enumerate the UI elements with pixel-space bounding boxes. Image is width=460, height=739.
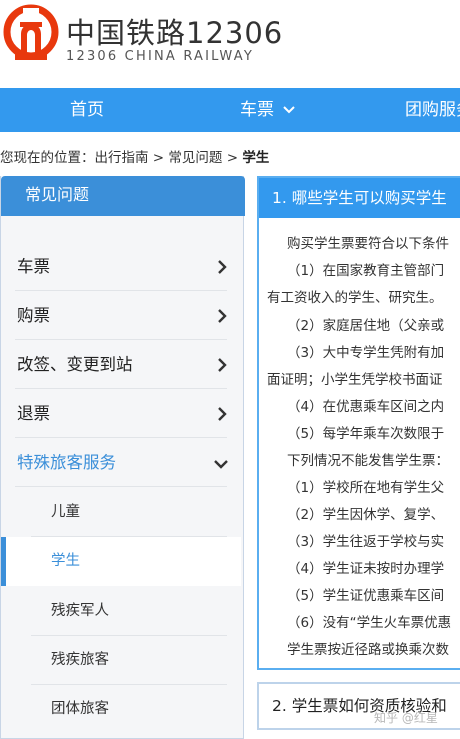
nav-item-tickets-label: 车票 [240,100,274,120]
sidebar: 常见问题 车票 购票 改签、变更到站 退票 特殊旅客服务 儿童 学生 残疾军人 … [0,176,245,739]
breadcrumb-link-guide[interactable]: 出行指南 [95,150,149,166]
answer-line: （2）学生因休学、复学、 [287,507,445,523]
sidebar-subitem-label: 残疾旅客 [51,652,109,668]
sidebar-subitem-label: 儿童 [51,504,80,520]
sidebar-item-tickets[interactable]: 车票 [1,242,241,291]
answer-line: 面证明；小学生凭学校书面证 [267,372,443,388]
nav-item-group-service[interactable]: 团购服务 [405,88,460,132]
breadcrumb-prefix: 您现在的位置： [0,150,95,166]
faq-question-header[interactable]: 1. 哪些学生可以购买学生 [259,178,460,218]
chevron-right-icon [218,260,227,274]
main-nav: 首页 车票 团购服务 [0,88,460,132]
answer-line: （5）每学年乘车次数限于 [287,426,445,442]
breadcrumb: 您现在的位置：出行指南 > 常见问题 > 学生 [0,146,269,166]
sidebar-item-purchase[interactable]: 购票 [1,291,241,340]
faq-question-title: 1. 哪些学生可以购买学生 [272,189,447,207]
sidebar-item-special-service[interactable]: 特殊旅客服务 [1,438,241,487]
sidebar-subitem-disabled-soldiers[interactable]: 残疾军人 [1,587,241,636]
answer-line: （5）学生证优惠乘车区间 [287,588,445,604]
sidebar-subitem-disabled-passengers[interactable]: 残疾旅客 [1,636,241,685]
chevron-right-icon [218,407,227,421]
answer-line: 购买学生票要符合以下条件 [287,236,449,252]
sidebar-subitem-label: 团体旅客 [51,701,109,717]
answer-line: 学生票按近径路或换乘次数 [287,642,449,658]
sidebar-header: 常见问题 [1,176,245,216]
answer-line: 下列情况不能发售学生票： [287,453,449,469]
answer-line: （4）学生证未按时办理学 [287,561,445,577]
sidebar-item-label: 车票 [17,257,50,276]
sidebar-item-label: 购票 [17,306,50,325]
nav-item-home[interactable]: 首页 [70,88,104,132]
sidebar-subitem-group-passengers[interactable]: 团体旅客 [1,685,241,734]
breadcrumb-separator: > [148,150,169,166]
chevron-right-icon [218,309,227,323]
brand-subtitle: 12306 CHINA RAILWAY [66,49,254,64]
sidebar-subitem-children[interactable]: 儿童 [1,488,241,537]
china-railway-logo-icon[interactable] [3,4,59,66]
answer-line: （1）在国家教育主管部门 [287,263,445,279]
sidebar-item-change[interactable]: 改签、变更到站 [1,340,241,389]
breadcrumb-link-faq[interactable]: 常见问题 [168,150,222,166]
site-header: 中国铁路12306 12306 CHINA RAILWAY [0,0,460,88]
active-indicator [1,537,6,586]
sidebar-item-label: 改签、变更到站 [17,355,133,374]
sidebar-item-label: 特殊旅客服务 [17,453,116,472]
sidebar-item-refund[interactable]: 退票 [1,389,241,438]
answer-line: （4）在优惠乘车区间之内 [287,399,445,415]
chevron-down-icon [283,106,296,114]
answer-line: （3）大中专学生凭附有加 [287,345,445,361]
sidebar-subitem-label: 学生 [51,553,80,569]
sidebar-subitem-students[interactable]: 学生 [1,537,241,586]
answer-line: （2）家庭居住地（父亲或 [287,318,445,334]
sidebar-title: 常见问题 [25,185,90,204]
chevron-right-icon [218,358,227,372]
breadcrumb-separator: > [222,150,243,166]
answer-line: （3）学生往返于学校与实 [287,534,445,550]
brand-title: 中国铁路12306 [66,16,284,50]
answer-line: （1）学校所在地有学生父 [287,480,445,496]
watermark: 知乎 @红星 [374,711,438,725]
answer-line: 有工资收入的学生、研究生。 [267,290,443,306]
nav-item-tickets[interactable]: 车票 [240,88,296,132]
breadcrumb-current: 学生 [242,150,270,166]
answer-line: （6）没有“学生火车票优惠 [287,615,452,631]
faq-panel-students: 1. 哪些学生可以购买学生 购买学生票要符合以下条件 （1）在国家教育主管部门 … [257,176,460,670]
sidebar-subitem-label: 残疾军人 [51,603,109,619]
sidebar-item-label: 退票 [17,404,50,423]
chevron-down-icon [214,460,228,469]
